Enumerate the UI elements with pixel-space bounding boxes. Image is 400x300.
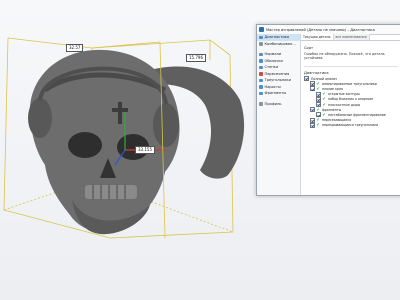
sidebar-item-label: Профиль bbox=[264, 101, 282, 106]
sidebar-item-profile[interactable]: Профиль bbox=[257, 101, 300, 108]
dimension-y-label: 15.796 bbox=[186, 54, 206, 62]
sidebar-item-label: Стенки bbox=[264, 65, 279, 70]
result-text: Ошибок не обнаружено. Похоже, что деталь… bbox=[304, 52, 385, 60]
wizard-content: Текущая деталь все наименования Сорт Оши… bbox=[301, 34, 400, 195]
row-label: набор ближних к опорным bbox=[328, 97, 373, 102]
sidebar-item-label: Диагностика bbox=[264, 35, 290, 40]
wizard-sidebar: Диагностика Комбинирован... Нормали Обол… bbox=[257, 34, 301, 195]
dialog-title: Мастер исправлений (Деталь не значимо) –… bbox=[266, 27, 375, 32]
checkmark-icon: ✔ bbox=[322, 111, 326, 117]
tab-all-parts[interactable]: все наименования bbox=[333, 34, 370, 40]
checkbox[interactable] bbox=[304, 76, 309, 82]
sidebar-item-label: Пересечения bbox=[264, 71, 290, 76]
checkbox[interactable] bbox=[310, 107, 315, 113]
row-label: инвертированные треугольники bbox=[322, 81, 377, 86]
sidebar-item-label: Треугольники bbox=[264, 78, 292, 83]
skull-model bbox=[28, 49, 180, 235]
dimension-x-label: 32.57 bbox=[66, 44, 84, 52]
dimension-z-label: 33.155 bbox=[135, 146, 155, 154]
checkmark-icon: ✔ bbox=[316, 106, 320, 112]
walls-icon bbox=[259, 65, 263, 69]
checkbox[interactable] bbox=[316, 102, 321, 108]
row-label: Полный анализ bbox=[311, 76, 337, 81]
triangles-icon bbox=[259, 78, 263, 82]
row-label: открытые контуры bbox=[328, 92, 360, 97]
intersections-icon bbox=[259, 72, 263, 76]
app-icon bbox=[259, 27, 264, 32]
sidebar-item-label: Наросты bbox=[264, 84, 281, 89]
normals-icon bbox=[259, 52, 263, 56]
bumps-icon bbox=[259, 85, 263, 89]
diagnostics-heading: Диагностика bbox=[304, 71, 329, 75]
checkmark-icon: ✔ bbox=[322, 96, 326, 102]
sidebar-item-label: Оболочки bbox=[264, 58, 283, 63]
sidebar-item-label: Нормали bbox=[264, 52, 282, 57]
checkbox[interactable] bbox=[310, 122, 315, 128]
check-row-overlapping-triangles[interactable]: ✔ перекрывающиеся треугольники bbox=[304, 122, 398, 128]
row-label: плоскостные дыры bbox=[328, 102, 361, 107]
fragments-icon bbox=[259, 91, 263, 95]
row-label: нестабильные фрагментирование bbox=[328, 112, 386, 117]
repair-wizard-dialog: Мастер исправлений (Деталь не значимо) –… bbox=[256, 24, 400, 196]
combine-icon bbox=[259, 42, 263, 46]
checkmark-icon: ✔ bbox=[322, 101, 326, 107]
profile-icon bbox=[259, 102, 263, 106]
row-label: перекрывающиеся треугольники bbox=[322, 123, 379, 128]
row-label: пересекающиеся bbox=[322, 118, 352, 123]
divider bbox=[304, 66, 398, 67]
diagnostics-list: Полный анализ ✔ инвертированные треуголь… bbox=[304, 76, 398, 128]
sidebar-item-label: Комбинирован... bbox=[264, 41, 296, 46]
content-tabs: Текущая деталь все наименования bbox=[301, 34, 400, 41]
result-heading: Сорт bbox=[304, 46, 314, 50]
shells-icon bbox=[259, 59, 263, 63]
checkbox[interactable] bbox=[316, 112, 321, 118]
checkmark-icon: ✔ bbox=[316, 122, 320, 128]
tab-current-part[interactable]: Текущая деталь bbox=[301, 34, 334, 40]
checkbox[interactable] bbox=[310, 86, 315, 92]
diagnostics-icon bbox=[259, 35, 263, 39]
checkmark-icon: ✔ bbox=[316, 85, 320, 91]
sidebar-item-label: Фрагменты bbox=[264, 91, 287, 96]
check-row-unstable-fragments[interactable]: ✔ нестабильные фрагментирование bbox=[304, 111, 398, 118]
